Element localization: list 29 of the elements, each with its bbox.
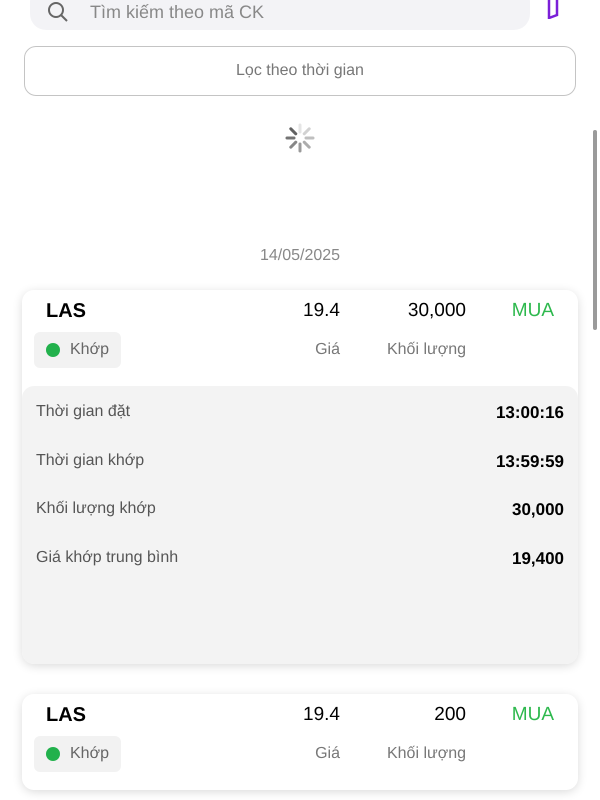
- order-card[interactable]: LAS 19.4 200 MUA Khớp Giá Khối lượng: [22, 694, 578, 790]
- detail-label: Giá khớp trung bình: [36, 548, 178, 568]
- detail-value: 13:00:16: [496, 402, 564, 424]
- loading-spinner-icon: [284, 122, 316, 154]
- side-label: MUA: [510, 702, 555, 727]
- detail-label: Thời gian khớp: [36, 450, 144, 470]
- detail-value: 13:59:59: [496, 450, 564, 472]
- order-card[interactable]: LAS 19.4 30,000 MUA Khớp Giá Khối lượng Thời gian đặt 13:00:16 Thời gian khớp 13:59:59 Khối lượng khớp 30,000 Giá khớp trung bình 19,400: [22, 290, 578, 664]
- side-label: MUA: [510, 298, 555, 323]
- volume-caption: Khối lượng: [386, 340, 466, 360]
- volume-value: 30,000: [406, 298, 466, 323]
- price-value: 19.4: [302, 702, 340, 727]
- volume-value: 200: [433, 702, 466, 727]
- price-value: 19.4: [302, 298, 340, 323]
- status-tag: Khớp: [34, 736, 121, 772]
- search-field[interactable]: Tìm kiếm theo mã CK: [30, 0, 530, 30]
- date-label: 14/05/2025: [260, 246, 340, 266]
- time-filter-button[interactable]: Lọc theo thời gian: [24, 46, 576, 96]
- search-icon: [46, 0, 70, 24]
- price-caption: Giá: [314, 340, 340, 360]
- stock-symbol: LAS: [45, 703, 87, 728]
- price-caption: Giá: [314, 744, 340, 764]
- stock-symbol: LAS: [45, 299, 87, 324]
- detail-label: Thời gian đặt: [36, 402, 130, 422]
- status-tag: Khớp: [34, 332, 121, 368]
- detail-value: 30,000: [512, 499, 564, 521]
- volume-caption: Khối lượng: [386, 744, 466, 764]
- detail-label: Khối lượng khớp: [36, 499, 156, 519]
- detail-value: 19,400: [512, 548, 564, 570]
